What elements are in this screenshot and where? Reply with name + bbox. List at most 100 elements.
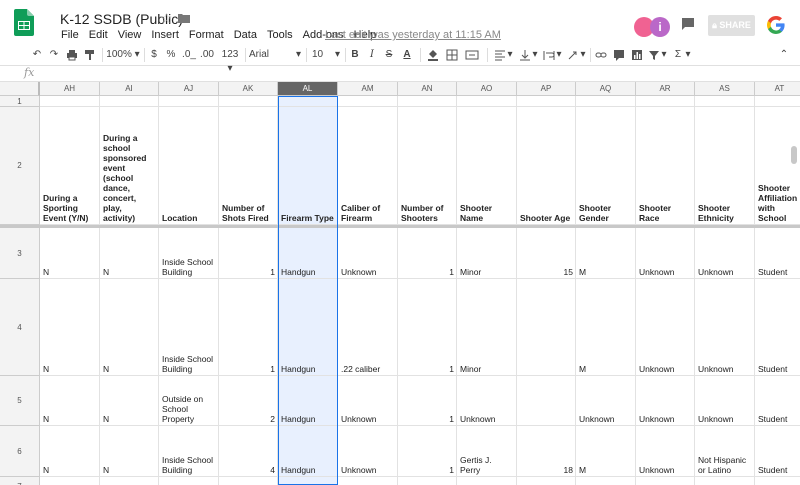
table-cell[interactable]: 1: [398, 228, 457, 279]
row-header[interactable]: 7: [0, 477, 40, 485]
align-left-icon[interactable]: [494, 48, 506, 62]
borders-icon[interactable]: [446, 48, 458, 62]
table-cell[interactable]: [517, 477, 576, 485]
table-cell[interactable]: 4: [219, 426, 278, 477]
menu-edit[interactable]: Edit: [84, 29, 113, 41]
table-cell[interactable]: Unknown: [338, 228, 398, 279]
chevron-down-icon[interactable]: ▾: [660, 48, 668, 62]
column-header-ap[interactable]: AP: [517, 82, 576, 96]
menu-view[interactable]: View: [113, 29, 147, 41]
table-cell[interactable]: Student: [755, 376, 800, 426]
increase-decimal-button[interactable]: .00: [199, 48, 215, 62]
merge-cells-icon[interactable]: [465, 48, 479, 62]
column-header-am[interactable]: AM: [338, 82, 398, 96]
table-cell[interactable]: Inside School Building: [159, 228, 219, 279]
table-cell[interactable]: N: [100, 228, 159, 279]
table-cell[interactable]: M: [576, 279, 636, 376]
table-cell[interactable]: N: [100, 426, 159, 477]
table-cell[interactable]: 1: [219, 279, 278, 376]
table-cell[interactable]: [278, 96, 338, 107]
table-cell[interactable]: Unknown: [695, 279, 755, 376]
insert-link-icon[interactable]: [595, 48, 607, 62]
text-rotation-icon[interactable]: [567, 48, 579, 62]
column-header-at[interactable]: AT: [755, 82, 800, 96]
row-header[interactable]: 6: [0, 426, 40, 477]
avatar[interactable]: i: [650, 17, 670, 37]
select-all-corner[interactable]: [0, 82, 40, 96]
table-cell[interactable]: N: [100, 376, 159, 426]
column-title-cell[interactable]: Shooter Ethnicity: [695, 107, 755, 225]
column-title-cell[interactable]: Shooter Name: [457, 107, 517, 225]
table-cell[interactable]: N: [40, 228, 100, 279]
table-cell[interactable]: [40, 96, 100, 107]
row-header[interactable]: 5: [0, 376, 40, 426]
table-cell[interactable]: Handgun: [278, 279, 338, 376]
column-title-cell[interactable]: Number of Shots Fired: [219, 107, 278, 225]
table-cell[interactable]: [457, 477, 517, 485]
text-wrapping-icon[interactable]: [543, 48, 555, 62]
column-title-cell[interactable]: Firearm Type: [278, 107, 338, 225]
percent-format-button[interactable]: %: [166, 48, 176, 62]
table-cell[interactable]: Unknown: [338, 426, 398, 477]
folder-icon[interactable]: [178, 13, 190, 23]
collapse-toolbar-icon[interactable]: ⌃: [778, 48, 790, 62]
table-cell[interactable]: [338, 96, 398, 107]
table-cell[interactable]: Minor: [457, 279, 517, 376]
undo-icon[interactable]: ↶: [30, 48, 44, 62]
table-cell[interactable]: Outside on School Property: [159, 376, 219, 426]
table-cell[interactable]: 15: [517, 228, 576, 279]
menu-file[interactable]: File: [56, 29, 84, 41]
table-cell[interactable]: Unknown: [636, 228, 695, 279]
table-cell[interactable]: Unknown: [695, 228, 755, 279]
spreadsheet-grid[interactable]: AH AI AJ AK AL AM AN AO AP AQ AR AS AT 1 2 During a Spo…: [0, 82, 800, 485]
table-cell[interactable]: [159, 96, 219, 107]
share-button[interactable]: 🔒︎ SHARE: [708, 15, 755, 36]
last-edit-link[interactable]: Last edit was yesterday at 11:15 AM: [325, 29, 501, 41]
table-cell[interactable]: [219, 96, 278, 107]
font-family-select[interactable]: Arial ▾: [249, 48, 301, 62]
table-cell[interactable]: [576, 477, 636, 485]
table-cell[interactable]: Handgun: [278, 228, 338, 279]
table-cell[interactable]: 2: [219, 376, 278, 426]
table-cell[interactable]: N: [100, 279, 159, 376]
menu-insert[interactable]: Insert: [146, 29, 184, 41]
table-cell[interactable]: [695, 477, 755, 485]
column-header-aq[interactable]: AQ: [576, 82, 636, 96]
bold-button[interactable]: B: [350, 48, 360, 62]
table-cell[interactable]: [278, 477, 338, 485]
table-cell[interactable]: Unknown: [457, 376, 517, 426]
column-title-cell[interactable]: During a school sponsored event (school …: [100, 107, 159, 225]
table-cell[interactable]: [576, 96, 636, 107]
menu-tools[interactable]: Tools: [262, 29, 298, 41]
decrease-decimal-button[interactable]: .0_: [182, 48, 196, 62]
fill-color-icon[interactable]: [427, 48, 439, 62]
table-cell[interactable]: [517, 279, 576, 376]
table-cell[interactable]: [755, 477, 800, 485]
sheets-logo-icon[interactable]: [14, 9, 34, 36]
table-cell[interactable]: [457, 96, 517, 107]
insert-chart-icon[interactable]: [631, 48, 643, 62]
table-cell[interactable]: Unknown: [695, 376, 755, 426]
table-cell[interactable]: Handgun: [278, 376, 338, 426]
table-cell[interactable]: [40, 477, 100, 485]
column-title-cell[interactable]: During a Sporting Event (Y/N): [40, 107, 100, 225]
table-cell[interactable]: M: [576, 228, 636, 279]
table-cell[interactable]: Unknown: [636, 426, 695, 477]
google-logo-icon[interactable]: [766, 15, 786, 35]
chevron-down-icon[interactable]: ▾: [579, 48, 587, 62]
table-cell[interactable]: [398, 96, 457, 107]
table-cell[interactable]: [398, 477, 457, 485]
table-cell[interactable]: [636, 477, 695, 485]
functions-button[interactable]: Σ: [673, 48, 683, 62]
table-cell[interactable]: 1: [219, 228, 278, 279]
column-header-ar[interactable]: AR: [636, 82, 695, 96]
column-title-cell[interactable]: Caliber of Firearm: [338, 107, 398, 225]
column-title-cell[interactable]: Shooter Gender: [576, 107, 636, 225]
table-cell[interactable]: Minor: [457, 228, 517, 279]
table-cell[interactable]: [159, 477, 219, 485]
chevron-down-icon[interactable]: ▾: [531, 48, 539, 62]
row-header[interactable]: 1: [0, 96, 40, 107]
chevron-down-icon[interactable]: ▾: [684, 48, 692, 62]
redo-icon[interactable]: ↷: [47, 48, 61, 62]
column-header-ai[interactable]: AI: [100, 82, 159, 96]
